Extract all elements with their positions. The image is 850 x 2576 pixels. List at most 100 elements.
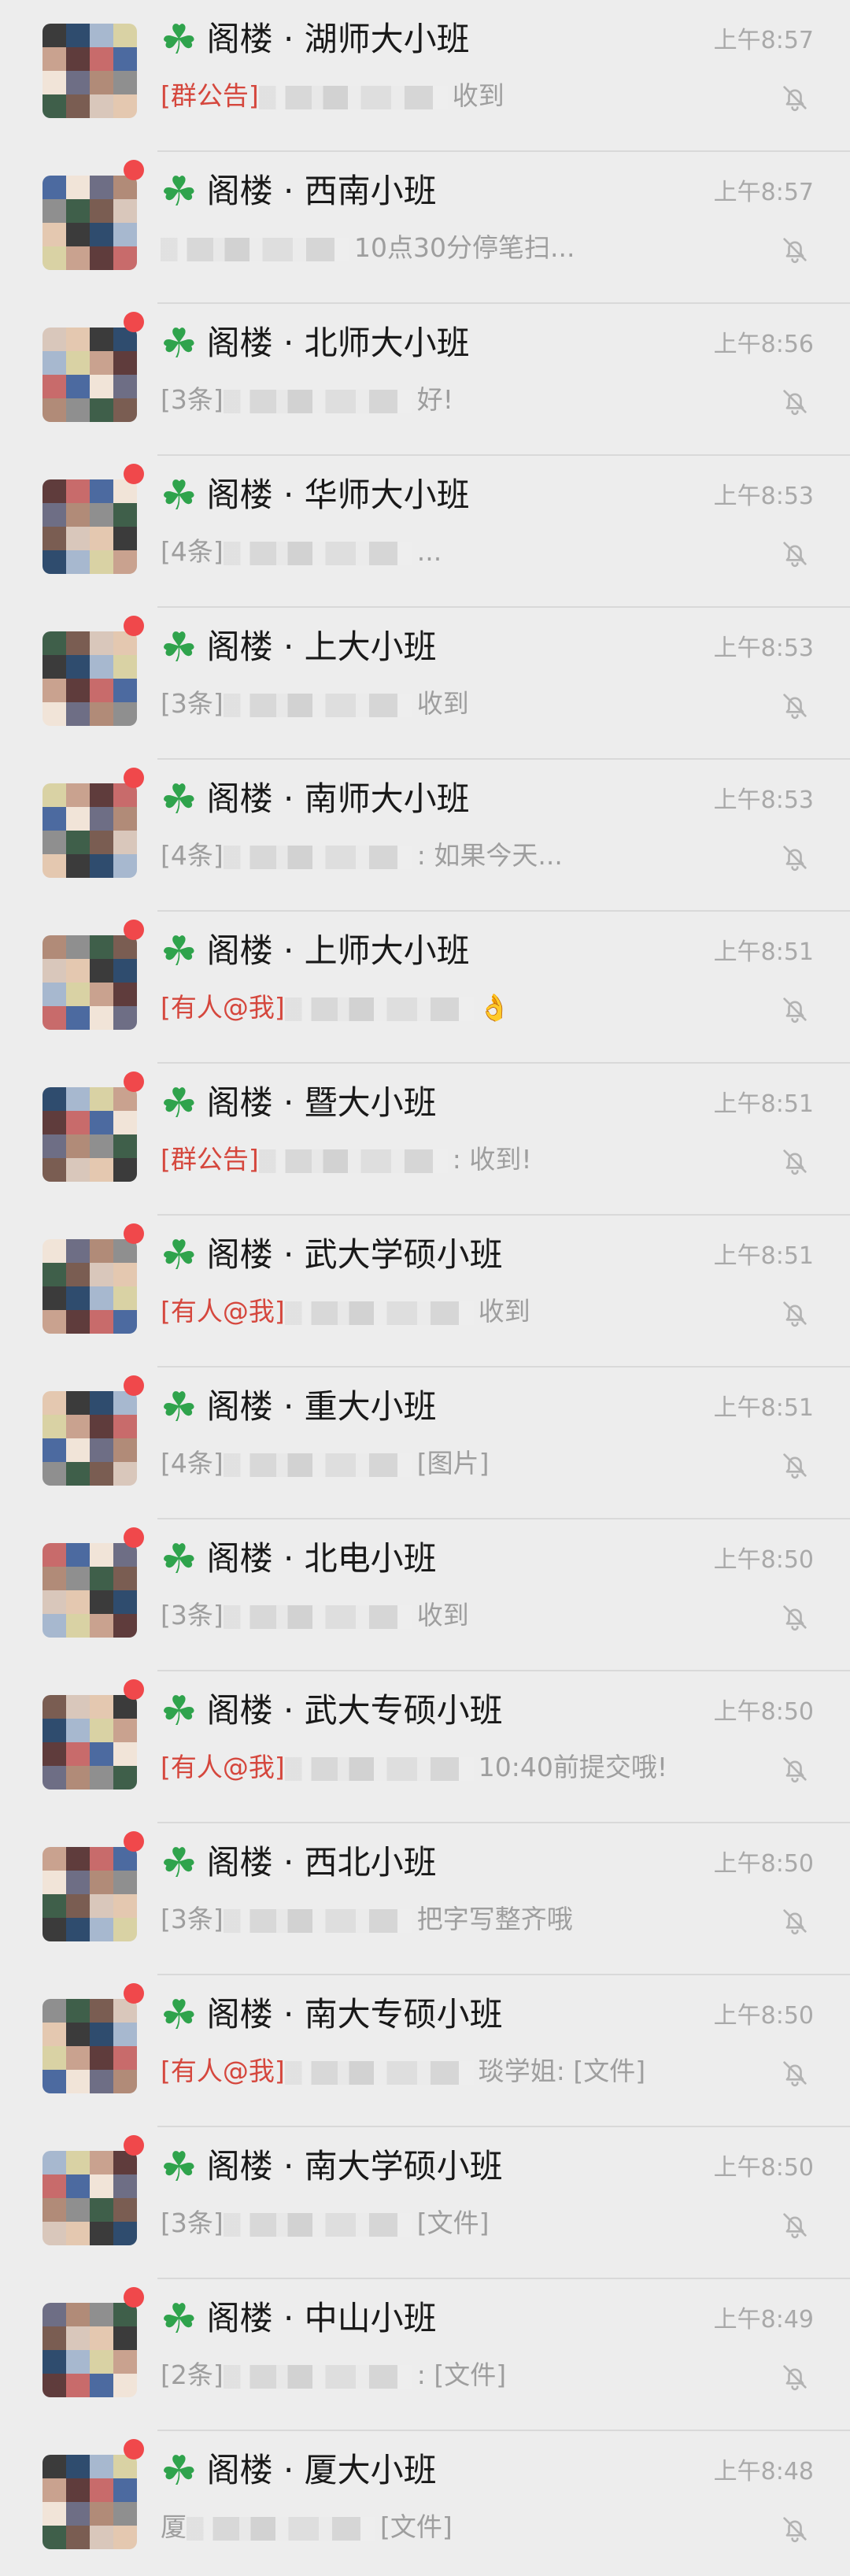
blurred-content: [284, 997, 474, 1021]
clover-icon: ☘: [161, 1992, 198, 2039]
chat-title-text: 阁楼 · 厦大小班: [206, 2451, 437, 2489]
group-avatar[interactable]: [42, 2151, 137, 2245]
chat-row[interactable]: ☘ 阁楼 · 北电小班 [3条] 收到 上午8:50: [0, 1519, 850, 1671]
group-avatar[interactable]: [42, 1391, 137, 1486]
chat-title-text: 阁楼 · 武大专硕小班: [206, 1691, 503, 1730]
unread-dot: [124, 160, 144, 180]
group-avatar[interactable]: [42, 328, 137, 422]
group-avatar[interactable]: [42, 2303, 137, 2397]
chat-row[interactable]: ☘ 阁楼 · 中山小班 [2条]: [文件] 上午8:49: [0, 2279, 850, 2431]
chat-title-text: 阁楼 · 南大专硕小班: [206, 1995, 503, 2034]
chat-row[interactable]: ☘ 阁楼 · 武大专硕小班 [有人@我] 10:40前提交哦! 上午8:50: [0, 1671, 850, 1823]
chat-title-text: 阁楼 · 南大学硕小班: [206, 2147, 503, 2186]
message-preview: [3条] 好!: [161, 383, 453, 417]
message-time: 上午8:48: [713, 2458, 814, 2485]
message-preview: [3条] [文件]: [161, 2206, 490, 2241]
preview-tag: [3条]: [161, 2208, 224, 2238]
blurred-content: [284, 1757, 474, 1781]
blurred-content: [284, 2061, 474, 2085]
chat-row[interactable]: ☘ 阁楼 · 上大小班 [3条] 收到 上午8:53: [0, 608, 850, 760]
message-time: 上午8:50: [713, 2154, 814, 2182]
clover-icon: ☘: [161, 472, 198, 520]
preview-text: ...: [416, 536, 442, 567]
blurred-content: [187, 2517, 375, 2541]
clover-icon: ☘: [161, 624, 198, 672]
bell-off-icon: [779, 82, 811, 113]
chat-row[interactable]: ☘ 阁楼 · 北师大小班 [3条] 好! 上午8:56: [0, 304, 850, 456]
preview-text: 琰学姐: [文件]: [478, 2056, 646, 2086]
bell-off-icon: [779, 994, 811, 1025]
clover-icon: ☘: [161, 1080, 198, 1127]
preview-text: : 如果今天...: [416, 840, 563, 871]
group-avatar[interactable]: [42, 631, 137, 726]
preview-text: [文件]: [416, 2208, 490, 2238]
group-avatar[interactable]: [42, 1543, 137, 1638]
blurred-content: [223, 1909, 412, 1933]
bell-off-icon: [779, 2209, 811, 2241]
blurred-content: [223, 846, 412, 869]
preview-tag: [群公告]: [161, 1144, 259, 1175]
chat-row[interactable]: ☘ 阁楼 · 南大学硕小班 [3条] [文件] 上午8:50: [0, 2127, 850, 2279]
preview-text: 好!: [416, 384, 453, 415]
group-avatar[interactable]: [42, 1695, 137, 1790]
chat-title-text: 阁楼 · 上师大小班: [206, 931, 470, 970]
chat-row[interactable]: ☘ 阁楼 · 西北小班 [3条] 把字写整齐哦 上午8:50: [0, 1823, 850, 1975]
chat-row[interactable]: ☘ 阁楼 · 华师大小班 [4条]... 上午8:53: [0, 456, 850, 608]
chat-row[interactable]: ☘ 阁楼 · 暨大小班 [群公告]: 收到! 上午8:51: [0, 1064, 850, 1216]
group-avatar[interactable]: [42, 783, 137, 878]
chat-title: ☘ 阁楼 · 上大小班: [161, 625, 437, 670]
preview-text: 收到: [478, 1296, 530, 1327]
blurred-content: [258, 86, 448, 109]
unread-dot: [124, 920, 144, 940]
message-preview: [3条] 收到: [161, 1598, 469, 1633]
unread-dot: [124, 464, 144, 484]
preview-tag: [4条]: [161, 840, 224, 871]
chat-title: ☘ 阁楼 · 南师大小班: [161, 777, 470, 822]
message-time: 上午8:50: [713, 2002, 814, 2030]
group-avatar[interactable]: [42, 1999, 137, 2093]
unread-dot: [124, 1983, 144, 2004]
group-avatar[interactable]: [42, 935, 137, 1030]
preview-tag: [3条]: [161, 1600, 224, 1630]
chat-title: ☘ 阁楼 · 重大小班: [161, 1385, 437, 1430]
message-time: 上午8:53: [713, 483, 814, 510]
chat-title: ☘ 阁楼 · 武大学硕小班: [161, 1233, 503, 1278]
unread-dot: [124, 1679, 144, 1700]
message-time: 上午8:51: [713, 1394, 814, 1422]
group-avatar[interactable]: [42, 2455, 137, 2549]
group-avatar[interactable]: [42, 176, 137, 270]
group-avatar[interactable]: [42, 1847, 137, 1941]
group-avatar[interactable]: [42, 24, 137, 118]
chat-row[interactable]: ☘ 阁楼 · 南师大小班 [4条]: 如果今天... 上午8:53: [0, 760, 850, 912]
bell-off-icon: [779, 234, 811, 265]
clover-icon: ☘: [161, 1384, 198, 1431]
preview-text: [文件]: [380, 2511, 453, 2542]
group-avatar[interactable]: [42, 1239, 137, 1334]
group-avatar[interactable]: [42, 479, 137, 574]
chat-list: ☘ 阁楼 · 湖师大小班 [群公告] 收到 上午8:57 ☘ 阁楼 · 西南小班 10点30分…: [0, 0, 850, 2576]
bell-off-icon: [779, 1146, 811, 1177]
chat-title: ☘ 阁楼 · 湖师大小班: [161, 17, 470, 62]
blurred-content: [161, 238, 349, 261]
unread-dot: [124, 616, 144, 636]
unread-dot: [124, 2135, 144, 2156]
clover-icon: ☘: [161, 17, 198, 64]
bell-off-icon: [779, 1905, 811, 1937]
chat-row[interactable]: ☘ 阁楼 · 上师大小班 [有人@我] 👌 上午8:51: [0, 912, 850, 1064]
group-avatar[interactable]: [42, 1087, 137, 1182]
chat-row[interactable]: ☘ 阁楼 · 西南小班 10点30分停笔扫... 上午8:57: [0, 152, 850, 304]
chat-row[interactable]: ☘ 阁楼 · 南大专硕小班 [有人@我] 琰学姐: [文件] 上午8:50: [0, 1975, 850, 2127]
chat-row[interactable]: ☘ 阁楼 · 重大小班 [4条] [图片] 上午8:51: [0, 1368, 850, 1519]
chat-row[interactable]: ☘ 阁楼 · 厦大小班厦 [文件] 上午8:48: [0, 2431, 850, 2576]
chat-title-text: 阁楼 · 重大小班: [206, 1387, 437, 1426]
message-time: 上午8:53: [713, 635, 814, 662]
chat-row[interactable]: ☘ 阁楼 · 武大学硕小班 [有人@我] 收到 上午8:51: [0, 1216, 850, 1368]
chat-title-text: 阁楼 · 北师大小班: [206, 324, 470, 362]
chat-row[interactable]: ☘ 阁楼 · 湖师大小班 [群公告] 收到 上午8:57: [0, 0, 850, 152]
message-preview: [2条]: [文件]: [161, 2358, 506, 2393]
chat-title-text: 阁楼 · 华师大小班: [206, 476, 470, 514]
chat-title-text: 阁楼 · 西北小班: [206, 1843, 437, 1882]
clover-icon: ☘: [161, 320, 198, 368]
preview-tag: [2条]: [161, 2359, 224, 2390]
bell-off-icon: [779, 1601, 811, 1633]
